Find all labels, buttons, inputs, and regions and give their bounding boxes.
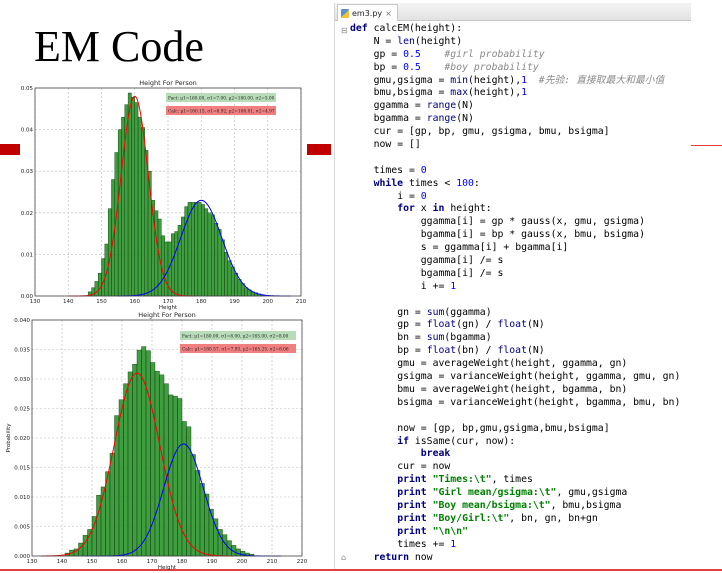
y-tick-label: 0.010	[14, 495, 30, 501]
code-line: ggamma[i] = gp * gauss(x, gmu, gsigma)	[420, 216, 645, 228]
code-line: ggamma[i] /= s	[420, 255, 504, 267]
histogram-bar	[145, 350, 151, 557]
histogram-bar	[181, 421, 187, 557]
code-line: bn = sum(bgamma)	[397, 332, 492, 344]
code-line: def calcEM(height):	[350, 23, 463, 34]
histogram-bar	[154, 371, 160, 557]
code-line: gp = 0.5 #girl probability	[373, 48, 545, 60]
code-line: ​	[350, 410, 680, 423]
code-line: cur = [gp, bp, gmu, gsigma, bmu, bsigma]	[373, 126, 610, 138]
code-area[interactable]: def calcEM(height): N = len(height) gp =…	[350, 23, 680, 564]
python-file-icon	[341, 8, 349, 18]
code-line: bgamma = range(N)	[373, 113, 474, 125]
y-axis-label: Probability	[6, 423, 12, 453]
code-line: gp = float(gn) / float(N)	[397, 319, 545, 331]
fold-icon[interactable]: ⊟	[341, 26, 348, 35]
histogram-bar	[87, 529, 93, 557]
x-axis-label: Height	[158, 565, 177, 571]
code-line: ggamma = range(N)	[373, 100, 474, 112]
histogram-bar	[190, 454, 196, 557]
histogram-bar	[195, 470, 201, 557]
code-line: gmu = averageWeight(height, ggamma, gn)	[397, 358, 628, 370]
histogram-bar	[172, 395, 178, 557]
code-line: ​	[350, 152, 680, 165]
y-tick-label: 0.035	[14, 348, 30, 354]
histogram-bar	[109, 453, 115, 557]
x-tick-label: 200	[237, 559, 248, 565]
code-line: gmu,gsigma = min(height),1 #先验: 直接取最大和最小…	[373, 74, 665, 86]
x-tick-label: 170	[147, 559, 158, 565]
right-accent-line	[690, 145, 722, 146]
code-line: gn = sum(ggamma)	[397, 306, 492, 318]
x-tick-label: 150	[87, 559, 98, 565]
y-tick-label: 0.015	[14, 466, 30, 472]
x-tick-label: 220	[297, 559, 308, 565]
code-line: times = 0	[373, 164, 427, 176]
code-line: return now	[373, 551, 433, 563]
code-line: print "Times:\t", times	[397, 474, 533, 486]
code-line: ​	[350, 294, 680, 307]
tab-em3-py[interactable]: em3.py ×	[337, 4, 398, 21]
legend-text: Calc: μ1=180.57, σ1=7.93, μ2=165.25, σ2=…	[182, 348, 289, 353]
editor-tab-bar: em3.py ×	[335, 3, 691, 21]
code-line: s = ggamma[i] + bgamma[i]	[420, 242, 569, 254]
y-tick-label: 0.020	[14, 436, 30, 442]
code-line: while times < 100:	[373, 177, 480, 189]
histogram-bar	[91, 516, 97, 557]
code-line: print "Boy mean/bsigma:\t", bmu,bsigma	[397, 499, 622, 511]
x-tick-label: 160	[117, 559, 128, 565]
histogram-bar	[208, 509, 214, 557]
code-line: i += 1	[420, 280, 457, 292]
x-tick-label: 210	[267, 559, 278, 565]
code-line: bmu = averageWeight(height, bgamma, bn)	[397, 383, 628, 395]
code-line: cur = now	[397, 461, 451, 473]
code-line: print "Girl mean/gsigma:\t", gmu,gsigma	[397, 487, 628, 499]
code-line: N = len(height)	[373, 35, 463, 47]
code-line: i = 0	[397, 190, 427, 202]
code-editor[interactable]: em3.py × ⊟ ⌂ def calcEM(height): N = len…	[334, 3, 691, 569]
code-line: print "Boy/Girl:\t", bn, gn, bn+gn	[397, 512, 598, 524]
code-line: times += 1	[397, 538, 457, 550]
tab-label: em3.py	[352, 8, 383, 18]
close-tab-icon[interactable]: ×	[385, 6, 392, 21]
code-line: bsigma = varianceWeight(height, bgamma, …	[397, 396, 681, 408]
histogram-bar	[199, 483, 205, 557]
code-line: now = [gp, bp,gmu,gsigma,bmu,bsigma]	[397, 422, 610, 434]
histogram-bar	[213, 518, 219, 557]
histogram-bar	[82, 535, 88, 557]
y-tick-label: 0.025	[14, 407, 30, 413]
chart-title: Height For Person	[138, 311, 196, 319]
code-line: print "\n\n"	[397, 525, 468, 537]
histogram-bar	[114, 415, 120, 557]
y-tick-label: 0.000	[14, 554, 30, 560]
legend-text: Fact: μ1=180.00, σ1=8.00, μ2=165.00, σ2=…	[182, 335, 289, 340]
code-line: bp = 0.5 #boy probability	[373, 61, 539, 73]
histogram-bar	[132, 364, 138, 557]
code-line: for x in height:	[397, 203, 492, 215]
x-tick-label: 190	[207, 559, 218, 565]
code-line: if isSame(cur, now):	[397, 435, 516, 447]
histogram-bar	[168, 394, 174, 557]
y-tick-label: 0.040	[14, 318, 30, 324]
code-line: now = []	[373, 139, 421, 151]
code-line: bmu,bsigma = max(height),1	[373, 87, 527, 99]
code-line: break	[420, 448, 451, 460]
histogram-bar	[177, 398, 183, 557]
y-tick-label: 0.005	[14, 525, 30, 531]
histogram-chart-2: 130 140 150 160 170 180 190 200 210 2200.0000.005…	[6, 311, 308, 571]
histogram-bar	[100, 486, 106, 557]
histogram-bar	[159, 374, 165, 557]
fold-end-icon[interactable]: ⌂	[341, 553, 346, 562]
code-line: bgamma[i] = bp * gauss(x, bmu, bsigma)	[420, 229, 645, 241]
histogram-bar	[136, 349, 142, 557]
histogram-bar	[127, 371, 133, 557]
y-tick-label: 0.030	[14, 377, 30, 383]
code-line: gsigma = varianceWeight(height, ggamma, …	[397, 371, 681, 383]
histogram-bar	[118, 399, 124, 557]
code-line: bgamma[i] /= s	[420, 267, 504, 279]
x-tick-label: 180	[177, 559, 188, 565]
x-tick-label: 140	[57, 559, 68, 565]
histogram-bar	[123, 383, 129, 557]
code-line: bp = float(bn) / float(N)	[397, 345, 545, 357]
